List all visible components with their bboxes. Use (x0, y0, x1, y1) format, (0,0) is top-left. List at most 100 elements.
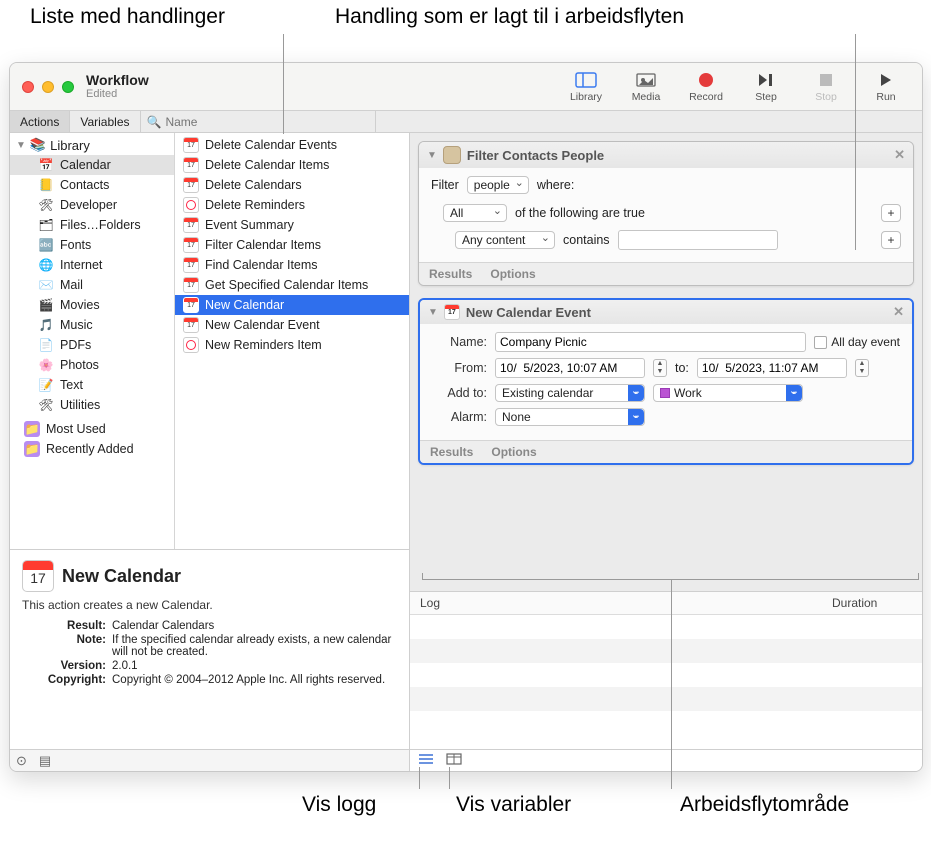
close-icon[interactable]: ✕ (894, 147, 905, 163)
description-title: New Calendar (62, 566, 181, 587)
action-item[interactable]: New Calendar Event (175, 315, 409, 335)
event-name-input[interactable] (495, 332, 806, 352)
window-title: Workflow (86, 72, 149, 88)
category-list[interactable]: ▼ 📚 Library 📅Calendar 📒 Contacts 🛠Developer… (10, 133, 175, 549)
variables-tab[interactable]: Variables (70, 111, 140, 132)
sidebar-item-pdfs[interactable]: 📄PDFs (10, 335, 174, 355)
action-list[interactable]: Delete Calendar Events Delete Calendar It… (175, 133, 409, 549)
action-item[interactable]: New Calendar (175, 295, 409, 315)
add-condition-button[interactable]: + (881, 204, 901, 222)
results-tab[interactable]: Results (429, 267, 472, 281)
alarm-label: Alarm: (432, 410, 487, 424)
filter-select[interactable]: people (467, 176, 529, 194)
actions-tab[interactable]: Actions (10, 111, 70, 132)
stop-button[interactable]: Stop (802, 71, 850, 103)
sidebar-item-fonts[interactable]: 🔤 Fonts (10, 235, 174, 255)
sidebar-item-utilities[interactable]: 🛠Utilities (10, 395, 174, 415)
action-header[interactable]: ▼ Filter Contacts People ✕ (419, 142, 913, 168)
show-log-button[interactable] (418, 753, 434, 768)
sidebar-item-calendar[interactable]: 📅Calendar (10, 155, 174, 175)
action-new-calendar-event[interactable]: ▼ New Calendar Event ✕ Name: All day eve… (418, 298, 914, 465)
action-item[interactable]: New Reminders Item (175, 335, 409, 355)
sidebar-item-contacts[interactable]: 📒 Contacts (10, 175, 174, 195)
add-subcondition-button[interactable]: + (881, 231, 901, 249)
alarm-select[interactable]: None⌄ (495, 408, 645, 426)
run-icon (875, 71, 897, 89)
category-label: Files…Folders (60, 218, 141, 232)
calendar-select[interactable]: Work⌄ (653, 384, 803, 402)
log-rows[interactable] (410, 615, 922, 749)
reminders-icon (183, 197, 199, 213)
category-icon: 📒 (38, 177, 54, 193)
close-window-button[interactable] (22, 81, 34, 93)
category-icon: ✉️ (38, 277, 54, 293)
action-item[interactable]: Event Summary (175, 215, 409, 235)
media-button[interactable]: Media (622, 71, 670, 103)
run-button[interactable]: Run (862, 71, 910, 103)
options-tab[interactable]: Options (491, 445, 536, 459)
category-icon: 🗂 (38, 217, 54, 233)
action-item[interactable]: Delete Calendar Items (175, 155, 409, 175)
to-label: to: (675, 361, 689, 375)
category-icon: 🔤 (38, 237, 54, 253)
library-root-label: Library (50, 138, 90, 153)
condition-field-select[interactable]: Any content (455, 231, 555, 249)
sidebar-item-photos[interactable]: 🌸Photos (10, 355, 174, 375)
sidebar-item-recently-added[interactable]: 📁Recently Added (10, 439, 174, 459)
workflow-area[interactable]: ▼ Filter Contacts People ✕ Filter people… (410, 133, 922, 591)
record-button[interactable]: Record (682, 71, 730, 103)
from-stepper[interactable]: ▲▼ (653, 359, 667, 377)
category-label: Fonts (60, 238, 91, 252)
sidebar-item-internet[interactable]: 🌐Internet (10, 255, 174, 275)
sidebar-item-music[interactable]: 🎵Music (10, 315, 174, 335)
action-item[interactable]: Filter Calendar Items (175, 235, 409, 255)
zoom-window-button[interactable] (62, 81, 74, 93)
results-tab[interactable]: Results (430, 445, 473, 459)
action-header[interactable]: ▼ New Calendar Event ✕ (420, 300, 912, 324)
action-item-label: Delete Calendar Events (205, 138, 337, 152)
to-datetime-input[interactable] (697, 358, 847, 378)
library-root[interactable]: ▼ 📚 Library (10, 135, 174, 155)
sidebar-item-files-folders[interactable]: 🗂 Files…Folders (10, 215, 174, 235)
category-label: Contacts (60, 178, 109, 192)
log-col-log[interactable]: Log (410, 592, 822, 614)
details-toggle-icon[interactable]: ▤ (39, 753, 51, 769)
stop-label: Stop (815, 91, 837, 103)
action-body: Filter people where: All of the followin… (419, 168, 913, 262)
disclosure-icon[interactable]: ▼ (427, 150, 437, 161)
minimize-window-button[interactable] (42, 81, 54, 93)
all-select[interactable]: All (443, 204, 507, 222)
options-tab[interactable]: Options (490, 267, 535, 281)
search-wrap: 🔍 (141, 111, 376, 132)
search-input[interactable] (165, 115, 368, 129)
show-variables-button[interactable] (446, 753, 462, 768)
to-stepper[interactable]: ▲▼ (855, 359, 869, 377)
category-icon: 🌸 (38, 357, 54, 373)
log-col-duration[interactable]: Duration (822, 592, 922, 614)
action-item[interactable]: Delete Reminders (175, 195, 409, 215)
from-datetime-input[interactable] (495, 358, 645, 378)
action-item-label: Delete Reminders (205, 198, 305, 212)
sidebar-item-mail[interactable]: ✉️ Mail (10, 275, 174, 295)
sidebar-item-movies[interactable]: 🎬Movies (10, 295, 174, 315)
all-day-checkbox[interactable]: All day event (814, 335, 900, 349)
action-item-label: Event Summary (205, 218, 294, 232)
action-item[interactable]: Delete Calendar Events (175, 135, 409, 155)
sidebar-item-developer[interactable]: 🛠Developer (10, 195, 174, 215)
library-toggle-button[interactable]: Library (562, 71, 610, 103)
sidebar-item-text[interactable]: 📝Text (10, 375, 174, 395)
condition-value-input[interactable] (618, 230, 778, 250)
action-filter-contacts[interactable]: ▼ Filter Contacts People ✕ Filter people… (418, 141, 914, 286)
disclosure-icon[interactable]: ▼ (428, 307, 438, 318)
addto-select[interactable]: Existing calendar⌄ (495, 384, 645, 402)
category-label: Mail (60, 278, 83, 292)
action-item[interactable]: Find Calendar Items (175, 255, 409, 275)
category-label: Developer (60, 198, 117, 212)
action-item[interactable]: Delete Calendars (175, 175, 409, 195)
close-icon[interactable]: ✕ (893, 304, 904, 320)
step-button[interactable]: Step (742, 71, 790, 103)
calendar-icon (183, 157, 199, 173)
callout-workflow-area: Arbeidsflytområde (680, 793, 849, 817)
sidebar-item-most-used[interactable]: 📁Most Used (10, 419, 174, 439)
action-item[interactable]: Get Specified Calendar Items (175, 275, 409, 295)
